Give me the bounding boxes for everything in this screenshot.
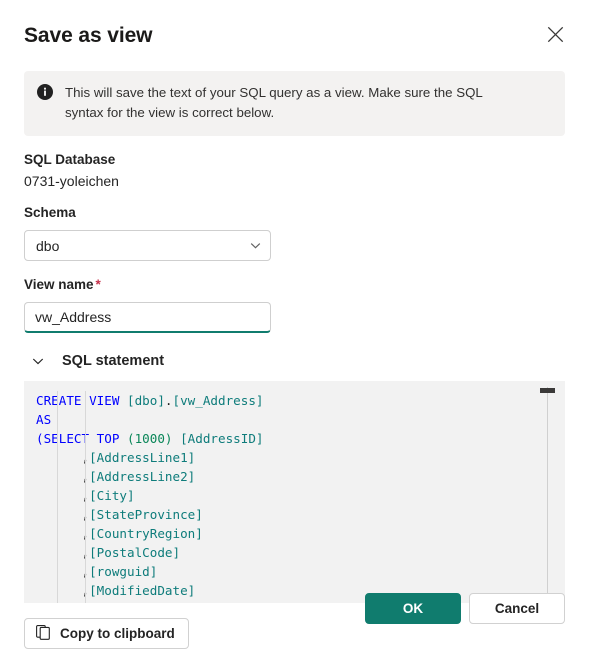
cancel-button[interactable]: Cancel: [469, 593, 565, 624]
indent-guide: [57, 391, 58, 603]
code-scrollbar-thumb[interactable]: [540, 388, 555, 393]
sql-code-line: ,[CountryRegion]: [36, 526, 203, 541]
info-banner: This will save the text of your SQL quer…: [24, 71, 565, 136]
required-marker: *: [95, 277, 101, 292]
code-scrollbar-track[interactable]: [547, 387, 548, 599]
sql-code-content: CREATE VIEW [dbo].[vw_Address] AS (SELECT …: [24, 381, 565, 600]
view-name-label-text: View name: [24, 277, 94, 292]
close-icon: [547, 26, 564, 46]
schema-dropdown[interactable]: dbo: [24, 230, 271, 261]
schema-label: Schema: [24, 205, 76, 220]
sql-code-line: ,[AddressLine2]: [36, 469, 196, 484]
chevron-down-icon: [31, 354, 53, 368]
page-title: Save as view: [24, 24, 153, 47]
sql-code-line: AS: [36, 412, 52, 427]
save-as-view-dialog: Save as view This will save the text of …: [0, 0, 589, 649]
sql-code-block[interactable]: CREATE VIEW [dbo].[vw_Address] AS (SELECT …: [24, 381, 565, 603]
close-button[interactable]: [539, 20, 571, 52]
schema-dropdown-value: dbo: [36, 237, 60, 254]
dialog-footer: OK Cancel: [365, 593, 565, 624]
copy-to-clipboard-button[interactable]: Copy to clipboard: [24, 618, 189, 649]
copy-to-clipboard-label: Copy to clipboard: [60, 626, 175, 641]
sql-statement-toggle[interactable]: SQL statement: [24, 353, 184, 369]
info-banner-text: This will save the text of your SQL quer…: [65, 85, 483, 120]
sql-statement-label: SQL statement: [62, 353, 165, 369]
sql-database-label: SQL Database: [24, 152, 116, 167]
sql-code-line: (SELECT TOP (1000) [AddressID]: [36, 431, 264, 446]
view-name-input[interactable]: [24, 302, 271, 333]
sql-code-line: ,[StateProvince]: [36, 507, 203, 522]
info-icon: [37, 84, 53, 100]
copy-icon: [36, 624, 51, 643]
sql-code-text: CREATE VIEW [dbo].[vw_Address] AS (SELECT …: [36, 391, 565, 600]
sql-code-line: ,[rowguid]: [36, 564, 158, 579]
sql-database-value: 0731-yoleichen: [24, 173, 119, 189]
sql-code-line: ,[PostalCode]: [36, 545, 181, 560]
dialog-header: Save as view: [24, 0, 565, 52]
view-name-label: View name *: [24, 275, 565, 295]
sql-code-line: ,[AddressLine1]: [36, 450, 196, 465]
chevron-down-icon: [249, 239, 262, 252]
indent-guide: [85, 391, 86, 603]
sql-code-line: CREATE VIEW [dbo].[vw_Address]: [36, 393, 264, 408]
sql-code-line: ,[City]: [36, 488, 135, 503]
ok-button[interactable]: OK: [365, 593, 461, 624]
